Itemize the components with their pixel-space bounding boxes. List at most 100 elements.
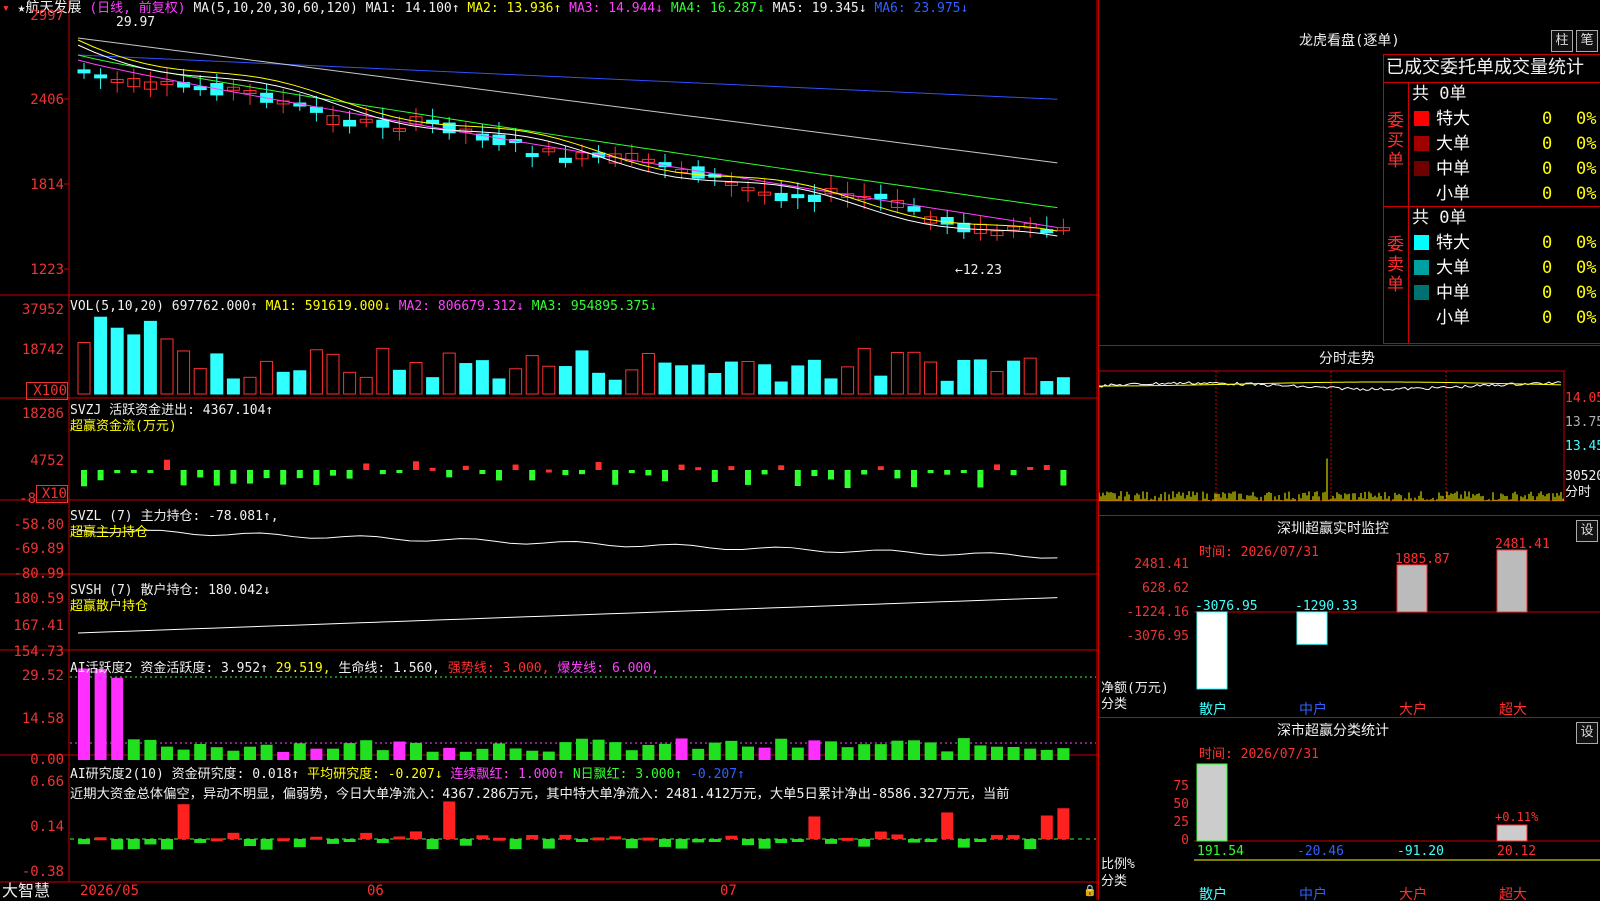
activity-bar — [576, 738, 588, 760]
volume-bar — [143, 320, 157, 395]
volume-bar — [94, 316, 108, 395]
activity-bar — [841, 747, 854, 760]
research-bar — [974, 839, 987, 842]
fund-flow-bar — [628, 470, 635, 474]
activity-bar — [260, 744, 273, 760]
brand-logo[interactable]: 大智慧 — [2, 882, 50, 900]
svzj-label: 活跃资金进出: 4367.104↑ — [109, 403, 274, 418]
volume-bar — [924, 361, 938, 395]
volume-bar — [542, 365, 556, 395]
svzl-axis-1: -58.80 — [13, 517, 64, 533]
fund-flow-bar — [678, 464, 685, 470]
ai2-consecutive-red: 连续飘红: 1.000↑ — [450, 767, 565, 782]
volume-bar — [309, 349, 323, 395]
fund-flow-bar — [977, 470, 984, 488]
svzl-axis-2: -69.89 — [13, 541, 64, 557]
fund-flow-bar — [230, 470, 237, 484]
volume-bar — [293, 370, 307, 395]
svzj-params: SVZJ — [70, 403, 102, 418]
candle — [940, 216, 954, 225]
candle — [525, 153, 539, 158]
activity-bar — [625, 750, 638, 760]
fund-flow-bar — [147, 470, 154, 473]
volume-bar — [260, 360, 274, 395]
activity-bar — [808, 740, 821, 760]
svzj-axis-2: 4752 — [30, 453, 64, 469]
activity-bar — [194, 743, 207, 760]
monitor-axis-tick: -3076.95 — [1126, 629, 1189, 644]
fund-flow-bar — [213, 470, 220, 486]
activity-bar — [742, 746, 754, 760]
order-total: 共 0单 — [1412, 84, 1467, 104]
fund-flow-bar — [413, 461, 419, 470]
vol-header: VOL(5,10,20) 697762.000↑ MA1: 591619.000… — [70, 300, 657, 314]
research-bar — [625, 839, 638, 849]
period-label[interactable]: (日线, 前复权) — [89, 1, 185, 16]
research-bar — [443, 801, 456, 839]
color-swatch — [1414, 285, 1429, 300]
activity-bar — [908, 740, 920, 760]
lock-icon[interactable]: 🔒 — [1083, 884, 1097, 898]
volume-bar — [193, 368, 207, 395]
activity-bar — [343, 743, 356, 760]
activity-bar — [210, 747, 223, 760]
svsh-axis-2: 167.41 — [13, 618, 64, 634]
volume-bar — [509, 368, 523, 395]
volume-bar — [575, 350, 589, 395]
activity-bar — [393, 741, 406, 760]
volume-bar — [724, 361, 738, 395]
fund-flow-bar — [960, 470, 967, 473]
fund-flow-bar — [313, 470, 320, 485]
volume-bar — [77, 342, 91, 395]
research-bar — [758, 839, 771, 849]
fund-flow-bar — [379, 470, 386, 475]
research-bar — [642, 837, 655, 841]
fund-flow-bar — [861, 470, 868, 475]
volume-bar — [774, 381, 788, 395]
main-position-line — [77, 529, 1058, 559]
bar-mode-button[interactable]: 柱 — [1551, 30, 1573, 52]
ma5-value: MA5: 19.345↓ — [772, 1, 867, 16]
fund-flow-bar — [180, 470, 187, 486]
volume-bar — [1007, 360, 1021, 395]
activity-bar — [542, 751, 555, 760]
kline-chart-area[interactable] — [0, 0, 1098, 900]
tick-mode-button[interactable]: 笔 — [1576, 30, 1598, 52]
stats-axis-tick: 50 — [1173, 797, 1189, 812]
volume-bar — [442, 352, 456, 395]
research-bar — [310, 836, 323, 840]
monitor-category: 大户 — [1399, 701, 1427, 718]
ai2-axis-1: 0.66 — [30, 774, 64, 790]
volume-bar — [276, 371, 290, 395]
research-bar — [127, 839, 140, 850]
fund-flow-bar — [745, 470, 751, 485]
order-pct: 0% — [1576, 308, 1597, 328]
candle — [807, 194, 821, 202]
fund-flow-bar — [612, 470, 619, 485]
intraday-panel[interactable]: 分时走势 14.05 13.75 13.45 30520 分时 — [1098, 345, 1600, 515]
stats-category: 散户 — [1199, 886, 1227, 901]
order-label: 小单 — [1436, 308, 1470, 328]
color-swatch — [1414, 111, 1429, 126]
svsh-title: 超赢散户持仓 — [70, 599, 149, 614]
activity-bar — [891, 740, 904, 760]
stats-note: +0.11% — [1495, 810, 1539, 824]
ai1-header: AI活跃度2 资金活跃度: 3.952↑ 29.519, 生命线: 1.560,… — [70, 662, 659, 676]
fund-flow-bar — [794, 470, 801, 486]
svsh-axis-3: 154.73 — [13, 644, 64, 660]
fund-flow-bar — [263, 470, 270, 479]
ai1-params: AI活跃度2 — [70, 661, 133, 676]
candle — [691, 166, 705, 179]
fund-flow-bar — [711, 470, 718, 482]
fund-flow-bar — [811, 470, 818, 477]
research-bar — [775, 839, 788, 844]
volume-bar — [1040, 381, 1054, 395]
volume-bar — [957, 359, 971, 395]
vol-unit-badge: X100 — [26, 382, 68, 400]
volume-bar — [127, 334, 141, 395]
ma-line-2 — [77, 37, 1058, 164]
activity-bar — [127, 739, 140, 760]
candle — [94, 74, 108, 79]
order-pct: 0% — [1576, 184, 1597, 204]
ai2-research: 资金研究度: 0.018↑ — [171, 767, 300, 782]
